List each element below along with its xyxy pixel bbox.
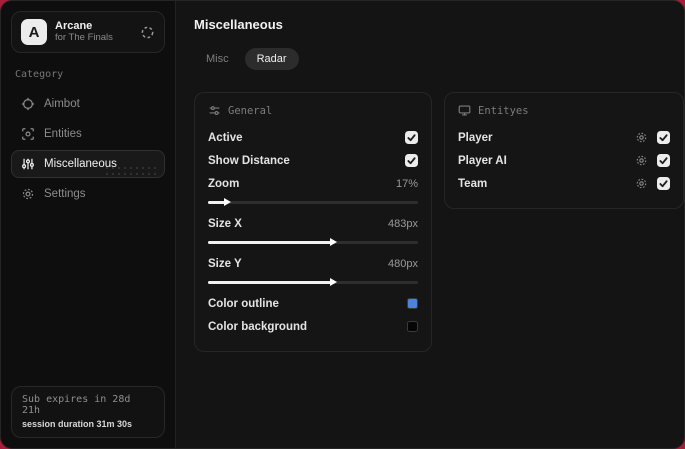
entity-label: Player AI [458, 154, 507, 167]
gear-icon[interactable] [635, 154, 648, 167]
color-background-label: Color background [208, 320, 308, 333]
entity-checkbox[interactable] [657, 177, 670, 190]
active-label: Active [208, 131, 243, 144]
session-duration-text: session duration 31m 30s [22, 419, 133, 429]
entity-label: Player [458, 131, 493, 144]
zoom-value: 17% [395, 177, 418, 190]
general-panel-title: General [228, 104, 273, 117]
sidebar-item-label: Aimbot [44, 98, 80, 110]
show-distance-label: Show Distance [208, 154, 290, 167]
size-x-slider[interactable] [208, 237, 418, 247]
zoom-label: Zoom [208, 177, 240, 190]
show-distance-row: Show Distance [208, 149, 418, 172]
size-y-row: Size Y 480px [208, 252, 418, 275]
zoom-row: Zoom 17% [208, 172, 418, 195]
color-background-row: Color background [208, 315, 418, 338]
sidebar-item-label: Settings [44, 188, 86, 200]
slider-thumb[interactable] [329, 278, 337, 286]
app-meta: Arcane for The Finals [55, 20, 132, 44]
entity-row-team: Team [458, 172, 670, 195]
panels-row: General Active Show Distance Zoom 17% Si… [194, 92, 684, 352]
slider-fill [208, 241, 332, 244]
general-panel: General Active Show Distance Zoom 17% Si… [194, 92, 432, 352]
sidebar: A Arcane for The Finals Category Aimbot [1, 1, 176, 448]
entity-row-player: Player [458, 126, 670, 149]
entities-icon [21, 127, 35, 141]
entity-checkbox[interactable] [657, 154, 670, 167]
app-logo: A [21, 19, 47, 45]
check-icon [407, 157, 416, 165]
active-row: Active [208, 126, 418, 149]
zoom-slider[interactable] [208, 197, 418, 207]
color-outline-row: Color outline [208, 292, 418, 315]
slider-thumb[interactable] [223, 198, 231, 206]
app-header-card: A Arcane for The Finals [11, 11, 165, 53]
size-x-value: 483px [388, 217, 418, 230]
active-checkbox[interactable] [405, 131, 418, 144]
check-icon [659, 180, 668, 188]
subscription-card: Sub expires in 28d 21h session duration … [11, 386, 165, 438]
gear-icon[interactable] [635, 177, 648, 190]
entity-controls [635, 154, 670, 167]
entity-label: Team [458, 177, 488, 190]
category-label: Category [15, 69, 64, 80]
entity-controls [635, 131, 670, 144]
app-name: Arcane [55, 20, 93, 33]
main-content: Miscellaneous Misc Radar General Active … [176, 1, 684, 448]
sidebar-item-label: Miscellaneous [44, 158, 117, 170]
check-icon [659, 157, 668, 165]
color-outline-swatch[interactable] [407, 298, 418, 309]
app-window: A Arcane for The Finals Category Aimbot [0, 0, 685, 449]
slider-fill [208, 281, 332, 284]
size-y-label: Size Y [208, 257, 242, 270]
entities-panel: Entityes Player Player AI Team [444, 92, 684, 209]
monitor-icon [458, 104, 471, 117]
sidebar-nav: Aimbot Entities Miscellaneous Settings [11, 90, 165, 208]
color-background-swatch[interactable] [407, 321, 418, 332]
gear-icon [21, 187, 35, 201]
check-icon [407, 134, 416, 142]
loader-icon[interactable] [140, 25, 155, 40]
entity-controls [635, 177, 670, 190]
gear-icon[interactable] [635, 131, 648, 144]
sliders-horizontal-icon [208, 104, 221, 117]
show-distance-checkbox[interactable] [405, 154, 418, 167]
sliders-icon [21, 157, 35, 171]
color-outline-label: Color outline [208, 297, 279, 310]
page-title: Miscellaneous [194, 17, 283, 32]
general-panel-header: General [208, 104, 418, 117]
app-subtitle: for The Finals [55, 31, 113, 43]
crosshair-icon [21, 97, 35, 111]
sub-expiry-text: Sub expires in 28d 21h [22, 394, 131, 416]
entity-checkbox[interactable] [657, 131, 670, 144]
size-y-value: 480px [388, 257, 418, 270]
sidebar-item-label: Entities [44, 128, 82, 140]
sidebar-item-entities[interactable]: Entities [11, 120, 165, 148]
check-icon [659, 134, 668, 142]
entities-panel-title: Entityes [478, 104, 529, 117]
sidebar-item-settings[interactable]: Settings [11, 180, 165, 208]
slider-thumb[interactable] [329, 238, 337, 246]
sidebar-item-aimbot[interactable]: Aimbot [11, 90, 165, 118]
entity-row-player-ai: Player AI [458, 149, 670, 172]
tab-bar: Misc Radar [194, 48, 684, 70]
entities-panel-header: Entityes [458, 104, 670, 117]
slider-track [208, 201, 418, 204]
tab-misc[interactable]: Misc [194, 48, 241, 70]
sidebar-item-miscellaneous[interactable]: Miscellaneous [11, 150, 165, 178]
size-x-label: Size X [208, 217, 242, 230]
size-x-row: Size X 483px [208, 212, 418, 235]
size-y-slider[interactable] [208, 277, 418, 287]
tab-radar[interactable]: Radar [244, 48, 299, 70]
